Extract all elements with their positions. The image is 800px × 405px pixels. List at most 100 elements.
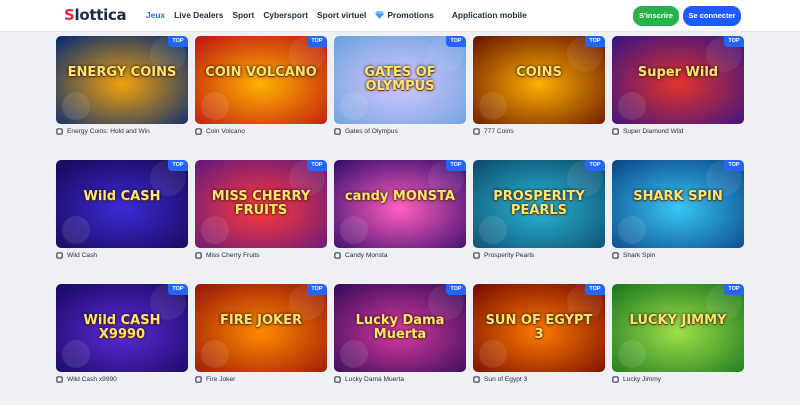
game-title[interactable]: Coin Volcano: [206, 128, 245, 135]
game-card[interactable]: Super Wild TOP Super Diamond Wild: [612, 36, 744, 135]
game-thumbnail[interactable]: COINS TOP: [473, 36, 605, 124]
game-thumbnail[interactable]: candy MONSTA TOP: [334, 160, 466, 248]
game-thumbnail[interactable]: SHARK SPIN TOP: [612, 160, 744, 248]
game-card[interactable]: Lucky Dama Muerta TOP Lucky Dama Muerta: [334, 284, 466, 383]
game-artwork: [195, 36, 327, 124]
game-card[interactable]: Wild CASH X9990 TOP Wild Cash x9990: [56, 284, 188, 383]
game-thumbnail[interactable]: ENERGY COINS TOP: [56, 36, 188, 124]
top-badge: TOP: [446, 36, 466, 47]
game-artwork-title: Super Wild: [637, 65, 719, 80]
game-title[interactable]: Fire Joker: [206, 376, 235, 383]
nav-sport-virtuel[interactable]: Sport virtuel: [317, 10, 366, 20]
game-thumbnail[interactable]: MISS CHERRY FRUITS TOP: [195, 160, 327, 248]
game-title[interactable]: Lucky Jimmy: [623, 376, 661, 383]
game-card[interactable]: ENERGY COINS TOP Energy Coins: Hold and Wi…: [56, 36, 188, 135]
slottica-logo[interactable]: Slottica: [64, 6, 127, 24]
provider-icon: [56, 376, 63, 383]
game-title[interactable]: Miss Cherry Fruits: [206, 252, 259, 259]
game-thumbnail[interactable]: LUCKY JIMMY TOP: [612, 284, 744, 372]
game-card[interactable]: SUN OF EGYPT 3 TOP Sun of Egypt 3: [473, 284, 605, 383]
main-nav: Jeux Live Dealers Sport Cybersport Sport…: [146, 10, 536, 20]
game-card[interactable]: candy MONSTA TOP Candy Monsta: [334, 160, 466, 259]
game-artwork-title: Wild CASH X9990: [83, 313, 161, 342]
game-thumbnail[interactable]: SUN OF EGYPT 3 TOP: [473, 284, 605, 372]
nav-jeux[interactable]: Jeux: [146, 10, 165, 20]
provider-icon: [334, 252, 341, 259]
game-caption: Gates of Olympus: [334, 128, 466, 135]
nav-application-mobile[interactable]: Application mobile: [452, 10, 527, 20]
game-title[interactable]: Prosperity Pearls: [484, 252, 534, 259]
game-card[interactable]: GATES OF OLYMPUS TOP Gates of Olympus: [334, 36, 466, 135]
game-artwork-title: MISS CHERRY FRUITS: [211, 189, 311, 218]
game-card[interactable]: COINS TOP 777 Coins: [473, 36, 605, 135]
top-badge: TOP: [585, 36, 605, 47]
game-title[interactable]: Candy Monsta: [345, 252, 388, 259]
game-artwork: [612, 284, 744, 372]
game-artwork-title: Lucky Dama Muerta: [355, 313, 445, 342]
top-badge: TOP: [168, 284, 188, 295]
game-thumbnail[interactable]: COIN VOLCANO TOP: [195, 36, 327, 124]
nav-live-dealers[interactable]: Live Dealers: [174, 10, 223, 20]
game-title[interactable]: Gates of Olympus: [345, 128, 398, 135]
game-artwork-title: Wild CASH: [83, 189, 161, 204]
nav-sport[interactable]: Sport: [232, 10, 254, 20]
provider-icon: [334, 128, 341, 135]
game-thumbnail[interactable]: Wild CASH X9990 TOP: [56, 284, 188, 372]
game-artwork-title: FIRE JOKER: [220, 313, 302, 328]
game-artwork: [612, 160, 744, 248]
game-title[interactable]: 777 Coins: [484, 128, 514, 135]
top-badge: TOP: [585, 160, 605, 171]
login-button[interactable]: Se connecter: [683, 6, 741, 26]
top-badge: TOP: [446, 284, 466, 295]
game-card[interactable]: FIRE JOKER TOP Fire Joker: [195, 284, 327, 383]
game-title[interactable]: Lucky Dama Muerta: [345, 376, 404, 383]
nav-cybersport[interactable]: Cybersport: [263, 10, 308, 20]
game-caption: Candy Monsta: [334, 252, 466, 259]
game-card[interactable]: PROSPERITY PEARLS TOP Prosperity Pearls: [473, 160, 605, 259]
game-card[interactable]: LUCKY JIMMY TOP Lucky Jimmy: [612, 284, 744, 383]
nav-promotions[interactable]: Promotions: [375, 10, 443, 20]
provider-icon: [195, 376, 202, 383]
top-badge: TOP: [724, 36, 744, 47]
top-badge: TOP: [307, 160, 327, 171]
game-title[interactable]: Wild Cash x9990: [67, 376, 117, 383]
game-artwork-title: PROSPERITY PEARLS: [493, 189, 585, 218]
game-thumbnail[interactable]: FIRE JOKER TOP: [195, 284, 327, 372]
game-caption: Wild Cash: [56, 252, 188, 259]
game-card[interactable]: COIN VOLCANO TOP Coin Volcano: [195, 36, 327, 135]
game-title[interactable]: Super Diamond Wild: [623, 128, 683, 135]
top-badge: TOP: [446, 160, 466, 171]
provider-icon: [612, 252, 619, 259]
game-thumbnail[interactable]: GATES OF OLYMPUS TOP: [334, 36, 466, 124]
signup-button[interactable]: S'inscrire: [633, 6, 679, 26]
game-card[interactable]: Wild CASH TOP Wild Cash: [56, 160, 188, 259]
game-caption: Prosperity Pearls: [473, 252, 605, 259]
game-caption: Lucky Dama Muerta: [334, 376, 466, 383]
provider-icon: [195, 128, 202, 135]
game-artwork: [56, 36, 188, 124]
game-title[interactable]: Shark Spin: [623, 252, 655, 259]
game-caption: Lucky Jimmy: [612, 376, 744, 383]
game-title[interactable]: Sun of Egypt 3: [484, 376, 527, 383]
game-artwork-title: COINS: [516, 65, 562, 80]
game-artwork: [612, 36, 744, 124]
game-caption: Miss Cherry Fruits: [195, 252, 327, 259]
top-badge: TOP: [585, 284, 605, 295]
game-card[interactable]: SHARK SPIN TOP Shark Spin: [612, 160, 744, 259]
provider-icon: [56, 252, 63, 259]
game-thumbnail[interactable]: Super Wild TOP: [612, 36, 744, 124]
game-artwork-title: LUCKY JIMMY: [629, 313, 727, 328]
game-thumbnail[interactable]: Wild CASH TOP: [56, 160, 188, 248]
game-card[interactable]: MISS CHERRY FRUITS TOP Miss Cherry Fruits: [195, 160, 327, 259]
game-caption: Sun of Egypt 3: [473, 376, 605, 383]
top-badge: TOP: [307, 284, 327, 295]
provider-icon: [334, 376, 341, 383]
game-thumbnail[interactable]: Lucky Dama Muerta TOP: [334, 284, 466, 372]
top-badge: TOP: [724, 160, 744, 171]
game-title[interactable]: Energy Coins: Hold and Win: [67, 128, 150, 135]
game-artwork-title: SHARK SPIN: [633, 189, 723, 204]
game-artwork-title: ENERGY COINS: [67, 65, 177, 80]
game-thumbnail[interactable]: PROSPERITY PEARLS TOP: [473, 160, 605, 248]
game-caption: Super Diamond Wild: [612, 128, 744, 135]
game-title[interactable]: Wild Cash: [67, 252, 97, 259]
